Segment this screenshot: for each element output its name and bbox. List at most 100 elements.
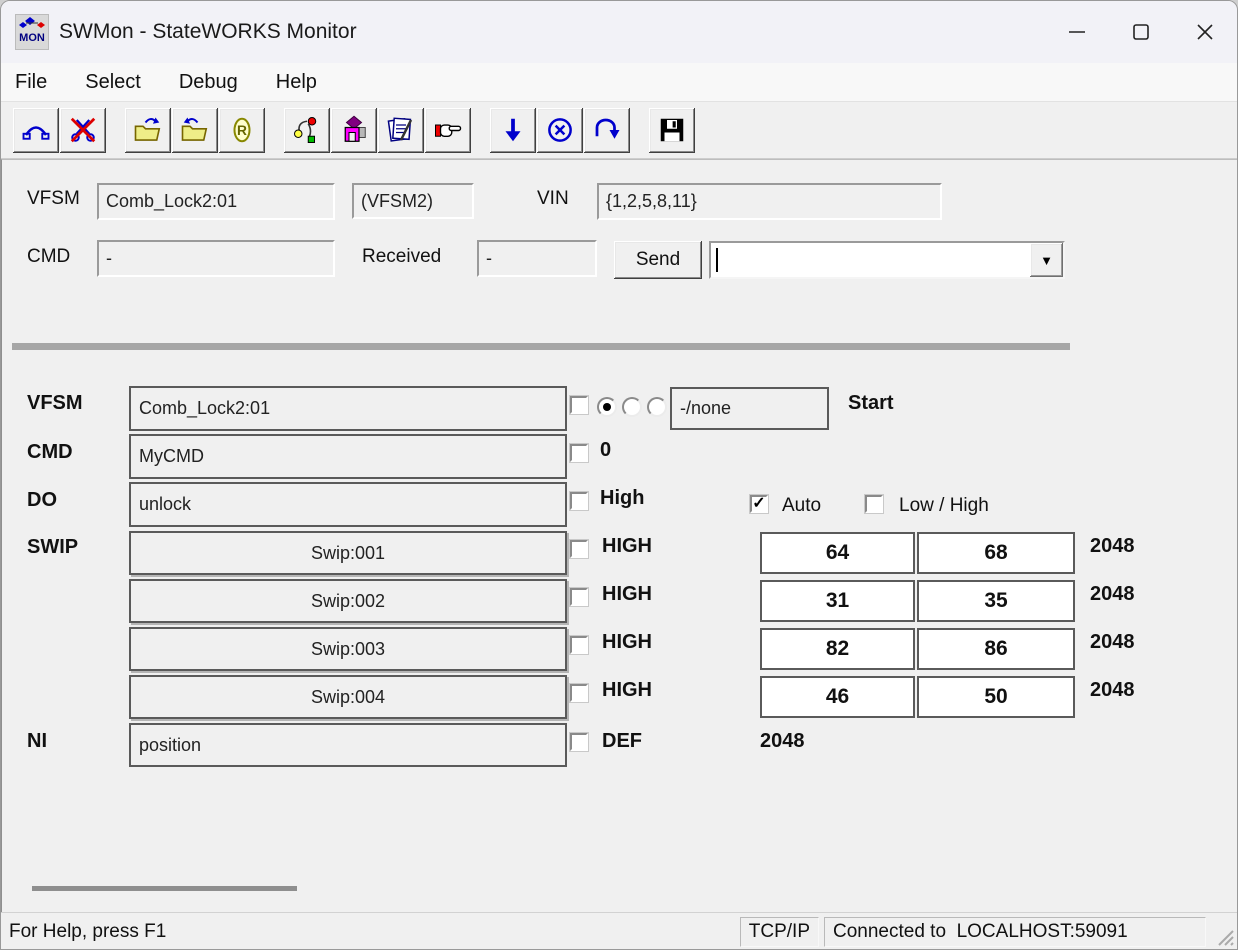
lowhigh-label: Low / High [899,495,989,517]
connect-icon [21,115,51,145]
key-r-icon: R [227,115,257,145]
swip-high-4[interactable]: 50 [917,676,1075,718]
auto-checkbox[interactable] [750,495,768,513]
close-button[interactable] [1173,5,1237,59]
menu-file[interactable]: File [15,69,59,96]
register-button[interactable]: R [219,108,265,153]
state-setup-button[interactable] [284,108,330,153]
home-box-icon [339,115,369,145]
get-values-button[interactable] [490,108,536,153]
swip-button-3[interactable]: Swip:003 [129,627,567,671]
status-protocol-panel: TCP/IP [740,917,819,947]
vfsm-radio-1[interactable] [597,397,617,417]
vfsm-state-field[interactable]: -/none [670,387,829,430]
save-button[interactable] [649,108,695,153]
resize-grip[interactable] [1211,917,1235,947]
maximize-button[interactable] [1109,5,1173,59]
folder-redo-icon [133,115,163,145]
toolbar-group-connection [13,108,107,153]
swip-checkbox-1[interactable] [570,540,588,558]
window-controls [1045,1,1237,63]
toolbar-group-save [649,108,696,153]
chevron-down-icon: ▼ [1040,253,1053,268]
status-connection-panel: Connected to LOCALHOST:59091 [824,917,1206,947]
toolbar-group-debug [284,108,472,153]
do-object-field[interactable]: unlock [129,482,567,527]
cancel-button[interactable] [537,108,583,153]
connect-button[interactable] [13,108,59,153]
do-checkbox[interactable] [570,492,588,510]
swip-low-2[interactable]: 31 [760,580,915,622]
menu-select[interactable]: Select [73,69,153,96]
swip-low-1[interactable]: 64 [760,532,915,574]
vfsm-object-field[interactable]: Comb_Lock2:01 [129,386,567,431]
swip-row-label: SWIP [27,536,78,559]
menu-debug[interactable]: Debug [167,69,250,96]
combo-dropdown-button[interactable]: ▼ [1030,243,1063,277]
send-button[interactable]: Send [614,241,702,279]
minimize-button[interactable] [1045,5,1109,59]
ni-checkbox[interactable] [570,733,588,751]
swip-high-1[interactable]: 68 [917,532,1075,574]
cmd-checkbox[interactable] [570,444,588,462]
swip-button-4[interactable]: Swip:004 [129,675,567,719]
execute-button[interactable] [425,108,471,153]
cmd-flag-label: 0 [600,439,611,462]
status-bar: For Help, press F1 TCP/IP Connected to L… [1,912,1237,950]
cmd-sent-field[interactable]: - [97,240,335,277]
svg-text:R: R [237,123,247,138]
ni-object-field[interactable]: position [129,723,567,767]
text-caret [716,248,718,272]
window-title: SWMon - StateWORKS Monitor [59,20,357,44]
app-window: MON SWMon - StateWORKS Monitor File Sele… [0,0,1238,950]
swip-range-3: 2048 [1090,631,1135,654]
cancel-circle-icon [545,115,575,145]
loop-button[interactable] [584,108,630,153]
swip-button-1[interactable]: Swip:001 [129,531,567,575]
object-dictionary-button[interactable] [331,108,377,153]
swip-high-2[interactable]: 35 [917,580,1075,622]
swip-high-3[interactable]: 86 [917,628,1075,670]
scissors-icon [68,115,98,145]
disconnect-button[interactable] [60,108,106,153]
vfsm-checkbox[interactable] [570,396,588,414]
vin-field[interactable]: {1,2,5,8,11} [597,183,942,220]
command-combobox[interactable]: ▼ [709,241,1065,279]
vfsm-top-label: VFSM [27,188,80,210]
vfsm-name-field[interactable]: Comb_Lock2:01 [97,183,335,220]
open-back-button[interactable] [172,108,218,153]
open-forward-button[interactable] [125,108,171,153]
auto-label: Auto [782,495,821,517]
vfsm-radio-3[interactable] [647,397,667,417]
swip-flag-1: HIGH [602,535,652,558]
horizontal-scrollbar-thumb[interactable] [32,886,297,891]
vfsm-row-label: VFSM [27,392,83,415]
swip-checkbox-2[interactable] [570,588,588,606]
lowhigh-checkbox[interactable] [865,495,883,513]
down-arrow-icon [498,115,528,145]
svg-text:MON: MON [19,32,45,44]
menu-help[interactable]: Help [264,69,329,96]
ni-range-label: 2048 [760,730,805,753]
loop-arrow-icon [592,115,622,145]
title-bar: MON SWMon - StateWORKS Monitor [1,1,1237,63]
swip-flag-3: HIGH [602,631,652,654]
do-row-label: DO [27,489,57,512]
swip-checkbox-3[interactable] [570,636,588,654]
swip-button-2[interactable]: Swip:002 [129,579,567,623]
swip-low-3[interactable]: 82 [760,628,915,670]
cmd-object-field[interactable]: MyCMD [129,434,567,479]
swip-range-2: 2048 [1090,583,1135,606]
cmd-row-label: CMD [27,441,73,464]
io-list-button[interactable] [378,108,424,153]
received-label: Received [362,246,441,268]
floppy-icon [657,115,687,145]
vfsm-id-field[interactable]: (VFSM2) [352,183,474,219]
vfsm-radio-2[interactable] [622,397,642,417]
command-input[interactable] [711,243,1030,277]
app-icon: MON [15,14,49,50]
swip-low-4[interactable]: 46 [760,676,915,718]
do-flag-label: High [600,487,644,510]
swip-checkbox-4[interactable] [570,684,588,702]
received-field[interactable]: - [477,240,597,277]
